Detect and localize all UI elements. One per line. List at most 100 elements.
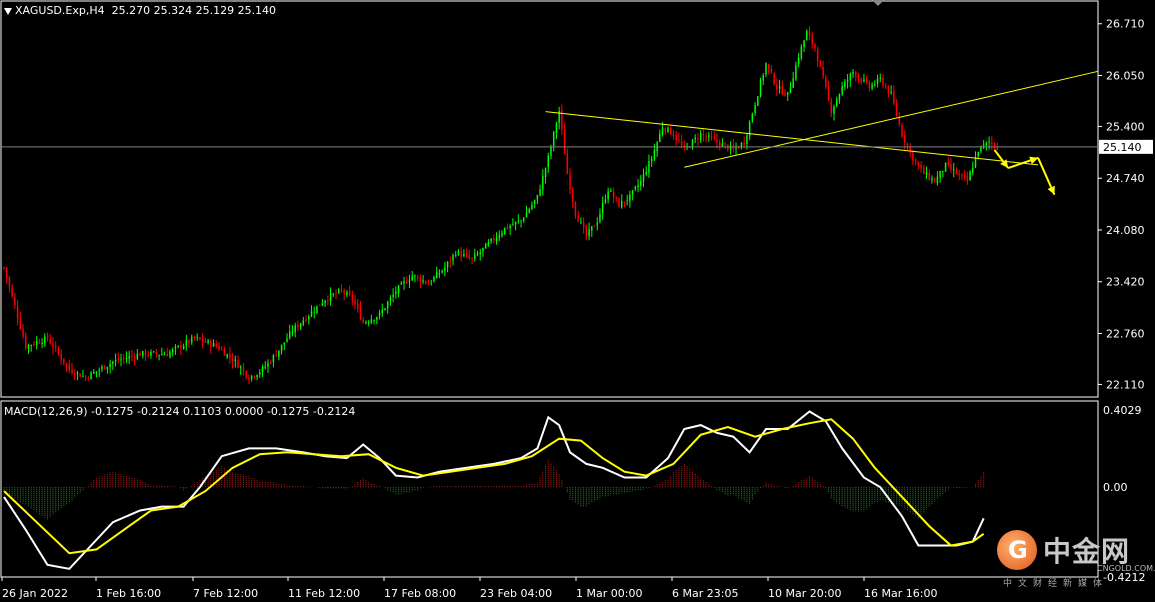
- candle-body: [14, 296, 16, 306]
- candle-body: [901, 125, 903, 137]
- candle-body: [193, 336, 196, 338]
- candle-body: [471, 257, 473, 259]
- candle-body: [308, 316, 310, 320]
- candle-body: [629, 194, 631, 202]
- candle-body: [84, 376, 87, 378]
- candle-body: [185, 340, 188, 346]
- candle-body: [822, 67, 824, 77]
- candle-body: [389, 297, 392, 302]
- candle-body: [865, 79, 868, 82]
- candle-body: [569, 173, 571, 190]
- candle-body: [536, 194, 539, 200]
- candle-body: [718, 141, 721, 147]
- candle-body: [705, 136, 707, 138]
- candle-body: [694, 137, 696, 140]
- candle-body: [925, 172, 928, 176]
- candle-body: [201, 338, 204, 342]
- candle-body: [150, 351, 152, 356]
- candle-body: [365, 322, 367, 324]
- candle-body: [408, 280, 411, 283]
- candle-body: [474, 254, 476, 259]
- candle-body: [931, 178, 933, 181]
- candle-body: [650, 158, 653, 162]
- candle-body: [806, 31, 808, 41]
- candle-body: [501, 232, 503, 236]
- candle-body: [623, 201, 626, 203]
- candle-body: [321, 303, 324, 306]
- candle-body: [659, 133, 661, 142]
- candle-body: [765, 63, 767, 75]
- candle-body: [381, 309, 384, 314]
- candle-body: [291, 331, 294, 333]
- symbol-name: XAGUSD.Exp,H4: [15, 4, 105, 17]
- candle-body: [329, 293, 332, 302]
- candle-body: [30, 344, 32, 346]
- candle-body: [520, 220, 522, 222]
- candle-body: [778, 86, 781, 89]
- time-tick-label-4: 17 Feb 08:00: [384, 587, 456, 600]
- candle-body: [41, 342, 43, 344]
- candle-body: [672, 133, 675, 137]
- candle-body: [16, 306, 19, 319]
- candle-body: [302, 320, 305, 325]
- candle-body: [928, 173, 930, 180]
- candle-body: [762, 75, 764, 81]
- candle-body: [337, 289, 340, 293]
- candle-body: [724, 142, 726, 145]
- candle-body: [191, 336, 193, 343]
- candle-body: [912, 150, 914, 161]
- candle-body: [400, 282, 403, 285]
- candle-body: [664, 128, 667, 132]
- chart-canvas[interactable]: 26.710 26.050 25.400 24.740 24.080 23.420 22.7…: [0, 0, 1155, 602]
- candle-body: [57, 348, 60, 354]
- candle-body: [354, 300, 356, 305]
- candle-body: [22, 328, 24, 337]
- candle-body: [174, 346, 177, 349]
- candle-body: [933, 178, 936, 183]
- candle-body: [256, 375, 258, 378]
- candle-body: [234, 359, 237, 361]
- candle-body: [599, 213, 601, 222]
- candle-body: [177, 345, 179, 347]
- candle-body: [248, 377, 250, 381]
- candle-body: [446, 261, 449, 268]
- candle-body: [591, 226, 593, 231]
- logo-icon: G: [997, 530, 1037, 570]
- candle-body: [288, 331, 291, 338]
- candle-body: [343, 290, 345, 294]
- candle-body: [729, 145, 732, 150]
- candle-body: [106, 366, 109, 370]
- candle-body: [264, 366, 266, 368]
- candle-body: [259, 372, 261, 375]
- candle-body: [305, 319, 307, 321]
- candle-body: [754, 105, 756, 114]
- candle-body: [835, 99, 838, 106]
- candle-body: [231, 358, 234, 362]
- candle-body: [550, 146, 552, 157]
- candle-body: [661, 127, 664, 135]
- candle-body: [612, 191, 615, 198]
- candle-body: [44, 336, 46, 344]
- candle-body: [133, 356, 136, 359]
- candle-body: [487, 242, 490, 245]
- time-tick-label-7: 6 Mar 23:05: [672, 587, 738, 600]
- time-tick-label-2: 7 Feb 12:00: [193, 587, 258, 600]
- macd-tick-label-0: 0.4029: [1103, 404, 1142, 417]
- candle-body: [465, 254, 468, 256]
- candle-body: [808, 30, 811, 36]
- price-tick-label-3: 24.740: [1106, 172, 1145, 185]
- candle-body: [969, 171, 971, 181]
- candle-body: [525, 212, 528, 218]
- candle-body: [857, 76, 860, 78]
- candle-body: [460, 251, 462, 257]
- candle-body: [65, 363, 68, 366]
- candle-body: [963, 174, 966, 177]
- candle-body: [841, 86, 843, 95]
- candle-body: [825, 77, 827, 88]
- candle-body: [267, 362, 269, 367]
- candle-body: [376, 317, 378, 320]
- candle-body: [449, 260, 452, 262]
- candle-body: [229, 353, 231, 358]
- candle-body: [814, 44, 816, 49]
- candle-body: [789, 87, 792, 93]
